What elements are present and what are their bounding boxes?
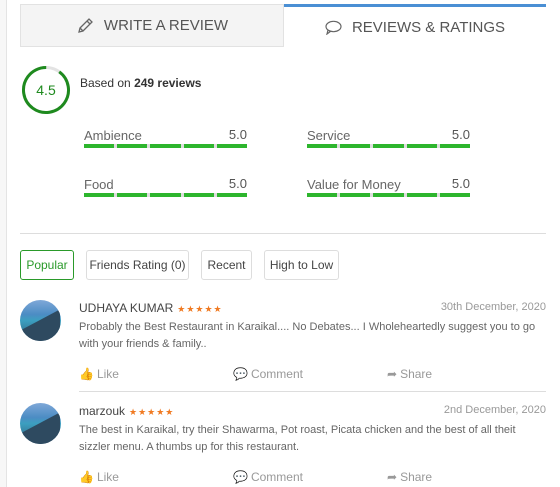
share-button[interactable]: ➦ Share — [387, 470, 432, 484]
rating-value: 5.0 — [451, 127, 470, 142]
review-count-value: 249 reviews — [134, 76, 202, 90]
reviewer-name-text: marzouk — [79, 404, 126, 418]
rating-service: Service 5.0 — [307, 127, 471, 148]
review-date: 30th December, 2020 — [440, 301, 546, 313]
share-label: Share — [400, 367, 433, 381]
star-rating: ★★★★★ — [177, 304, 223, 314]
star-rating: ★★★★★ — [129, 407, 175, 417]
filter-high-to-low[interactable]: High to Low — [264, 250, 339, 280]
like-button[interactable]: 👍 Like — [79, 367, 119, 381]
comment-button[interactable]: 💬 Comment — [233, 470, 303, 484]
divider — [79, 391, 546, 392]
avatar[interactable] — [20, 403, 61, 444]
reviewer-name[interactable]: UDHAYA KUMAR ★★★★★ — [79, 301, 223, 315]
review-date: 2nd December, 2020 — [443, 404, 546, 416]
reviewer-name[interactable]: marzouk ★★★★★ — [79, 404, 174, 418]
rating-value-for-money: Value for Money 5.0 — [307, 176, 471, 197]
left-border — [0, 0, 7, 487]
comment-icon: 💬 — [233, 367, 248, 381]
reviewer-name-text: UDHAYA KUMAR — [79, 301, 174, 315]
rating-bar — [84, 193, 248, 197]
rating-label: Value for Money — [307, 177, 401, 192]
filter-friends-rating[interactable]: Friends Rating (0) — [86, 250, 189, 280]
rating-ambience: Ambience 5.0 — [84, 127, 248, 148]
overall-score: 4.5 — [36, 82, 56, 98]
share-icon: ➦ — [387, 470, 398, 484]
comment-label: Comment — [250, 367, 303, 381]
review-text: The best in Karaikal, try their Shawarma… — [79, 424, 516, 453]
tab-reviews-ratings[interactable]: REVIEWS & RATINGS — [284, 4, 546, 47]
filter-popular[interactable]: Popular — [20, 250, 74, 280]
avatar[interactable] — [20, 300, 61, 341]
speech-bubble-icon — [325, 20, 342, 35]
rating-bar — [307, 193, 471, 197]
thumbs-up-icon: 👍 — [79, 367, 94, 381]
tab-label: WRITE A REVIEW — [103, 17, 229, 34]
like-label: Like — [96, 367, 119, 381]
comment-icon: 💬 — [233, 470, 248, 484]
thumbs-up-icon: 👍 — [79, 470, 94, 484]
rating-label: Food — [84, 177, 114, 192]
share-button[interactable]: ➦ Share — [387, 367, 432, 381]
rating-bar — [84, 144, 248, 148]
comment-button[interactable]: 💬 Comment — [233, 367, 303, 381]
rating-label: Service — [307, 128, 351, 143]
rating-value: 5.0 — [451, 176, 470, 191]
rating-value: 5.0 — [228, 176, 247, 191]
comment-label: Comment — [250, 470, 303, 484]
rating-bar — [307, 144, 471, 148]
share-icon: ➦ — [387, 367, 398, 381]
share-label: Share — [400, 470, 433, 484]
divider — [20, 233, 546, 234]
rating-food: Food 5.0 — [84, 176, 248, 197]
like-button[interactable]: 👍 Like — [79, 470, 119, 484]
review-text: Probably the Best Restaurant in Karaikal… — [79, 321, 536, 350]
pencil-icon — [78, 17, 93, 33]
based-on-label: Based on — [80, 76, 131, 90]
like-label: Like — [96, 470, 119, 484]
filter-recent[interactable]: Recent — [201, 250, 252, 280]
tab-write-review[interactable]: WRITE A REVIEW — [20, 4, 284, 47]
tab-label: REVIEWS & RATINGS — [351, 18, 506, 36]
overall-score-ring: 4.5 — [21, 65, 71, 115]
review-count: Based on 249 reviews — [80, 76, 201, 90]
rating-label: Ambience — [84, 128, 142, 143]
rating-value: 5.0 — [228, 127, 247, 142]
